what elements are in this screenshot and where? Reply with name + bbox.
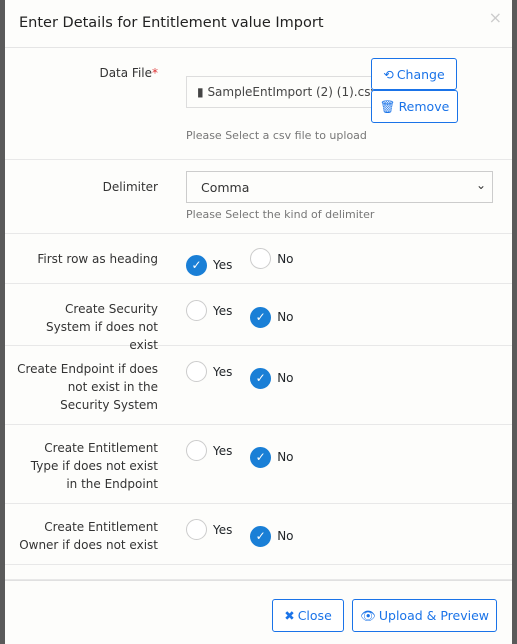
- undo-icon: ⟲: [383, 66, 394, 82]
- close-icon[interactable]: ×: [489, 8, 502, 27]
- required-marker: *: [152, 66, 158, 80]
- spacer-row: [5, 565, 512, 580]
- option-row: First row as heading ✓ Yes No: [5, 234, 512, 284]
- radio-yes[interactable]: Yes: [186, 300, 232, 321]
- radio-no[interactable]: ✓ No: [250, 446, 294, 468]
- file-icon: ▮: [197, 85, 204, 99]
- file-display: ▮ SampleEntImport (2) (1).csv: [186, 76, 376, 108]
- option-radio-group: Yes ✓ No: [186, 519, 308, 547]
- data-file-help: Please Select a csv file to upload: [186, 129, 367, 142]
- modal-footer: ✖ Close 👁 Upload & Preview: [5, 580, 512, 644]
- delimiter-select[interactable]: Comma ⌄: [186, 171, 493, 203]
- option-radio-group: Yes ✓ No: [186, 361, 308, 389]
- check-icon: ✓: [250, 306, 272, 328]
- import-modal: Enter Details for Entitlement value Impo…: [5, 0, 512, 644]
- radio-circle-icon: [250, 248, 272, 269]
- delimiter-row: Delimiter Comma ⌄ Please Select the kind …: [5, 160, 512, 234]
- eye-icon: 👁: [359, 607, 376, 623]
- modal-title: Enter Details for Entitlement value Impo…: [19, 15, 324, 31]
- data-file-row: Data File* ▮ SampleEntImport (2) (1).csv…: [5, 48, 512, 160]
- upload-preview-button[interactable]: 👁 Upload & Preview: [352, 599, 497, 632]
- delimiter-help: Please Select the kind of delimiter: [186, 208, 375, 221]
- data-file-label: Data File: [99, 66, 152, 80]
- close-button[interactable]: ✖ Close: [272, 599, 344, 632]
- option-radio-group: ✓ Yes No: [186, 248, 308, 276]
- check-icon: ✓: [250, 525, 272, 547]
- chevron-down-icon: ⌄: [475, 178, 486, 192]
- delimiter-label: Delimiter: [102, 180, 158, 194]
- modal-header: Enter Details for Entitlement value Impo…: [5, 0, 512, 48]
- radio-no[interactable]: ✓ No: [250, 306, 294, 328]
- file-name: SampleEntImport (2) (1).csv: [207, 85, 376, 99]
- option-label: First row as heading: [37, 252, 158, 266]
- radio-no[interactable]: No: [250, 248, 294, 269]
- change-button[interactable]: ⟲ Change: [371, 58, 457, 90]
- radio-yes[interactable]: Yes: [186, 361, 232, 382]
- radio-no[interactable]: ✓ No: [250, 367, 294, 389]
- x-icon: ✖: [284, 608, 295, 623]
- radio-circle-icon: [186, 361, 207, 382]
- radio-yes[interactable]: ✓ Yes: [186, 254, 232, 276]
- option-row: Create Endpoint if does not exist in the…: [5, 346, 512, 425]
- radio-circle-icon: [186, 519, 207, 540]
- check-icon: ✓: [250, 446, 272, 468]
- option-label: Create Endpoint if does not exist in the…: [17, 362, 158, 412]
- radio-yes[interactable]: Yes: [186, 519, 232, 540]
- option-radio-group: Yes ✓ No: [186, 440, 308, 468]
- option-row: Create Entitlement Owner if does not exi…: [5, 504, 512, 565]
- trash-icon: 🗑: [379, 98, 396, 114]
- radio-circle-icon: [186, 300, 207, 321]
- radio-circle-icon: [186, 440, 207, 461]
- option-label: Create Entitlement Owner if does not exi…: [19, 520, 158, 552]
- radio-no[interactable]: ✓ No: [250, 525, 294, 547]
- option-label: Create Entitlement Type if does not exis…: [30, 441, 158, 491]
- option-radio-group: Yes ✓ No: [186, 300, 308, 328]
- remove-button[interactable]: 🗑 Remove: [371, 90, 458, 123]
- check-icon: ✓: [250, 367, 272, 389]
- check-icon: ✓: [186, 254, 207, 276]
- option-row: Create Security System if does not exist…: [5, 284, 512, 352]
- option-row: Create Entitlement Type if does not exis…: [5, 425, 512, 504]
- radio-yes[interactable]: Yes: [186, 440, 232, 461]
